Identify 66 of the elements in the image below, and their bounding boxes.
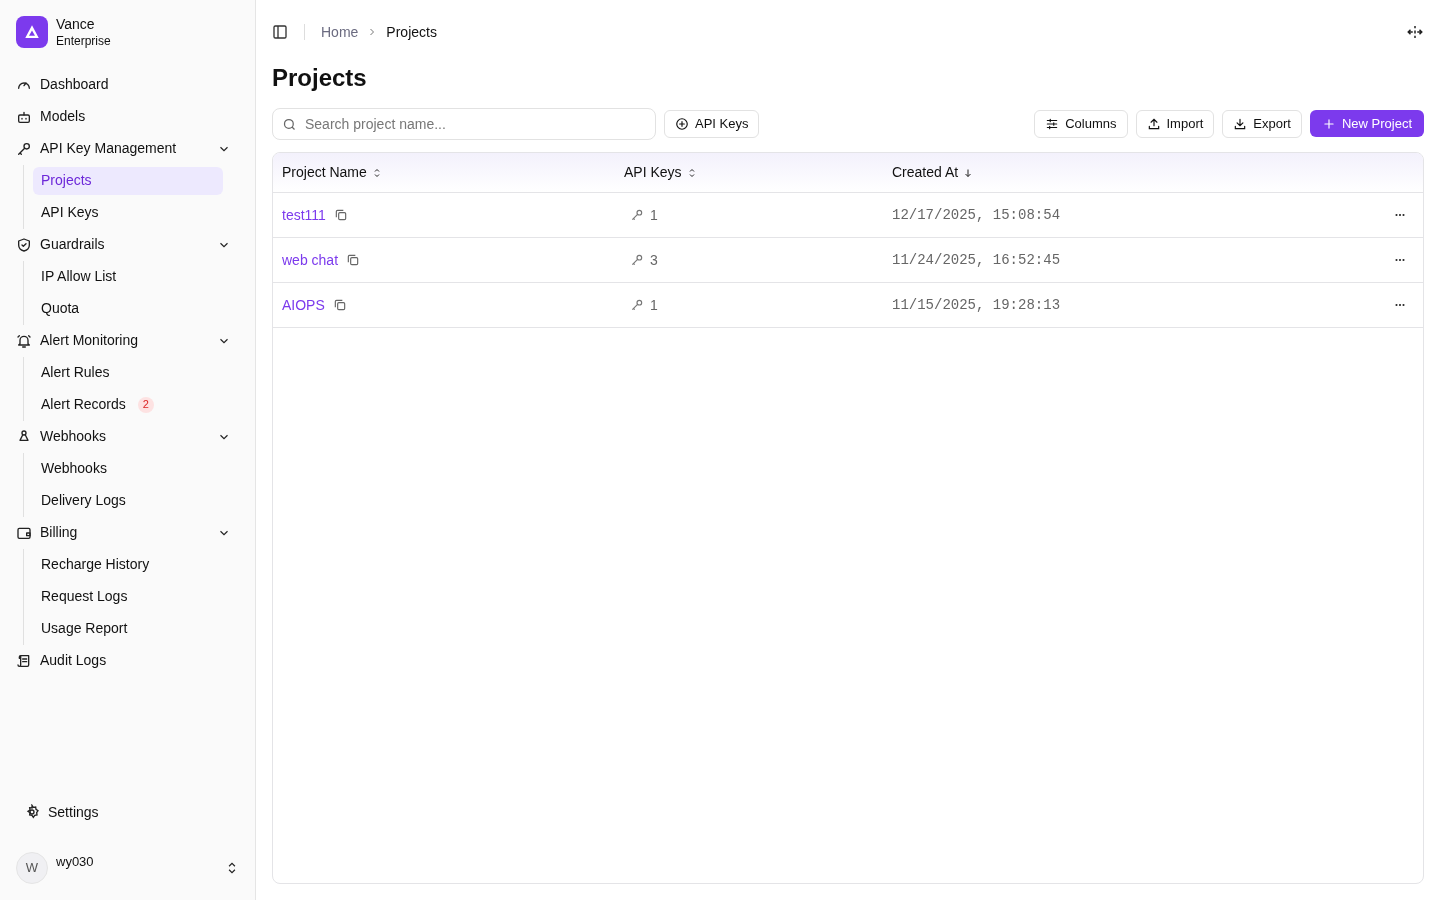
settings-icon: [24, 804, 40, 820]
scroll-icon: [16, 652, 32, 669]
upload-icon: [1146, 117, 1161, 131]
toolbar-button[interactable]: Columns: [1034, 110, 1128, 138]
nav-subitem[interactable]: Request Logs: [33, 582, 136, 611]
copy-icon[interactable]: [332, 298, 347, 312]
breadcrumb-current: Projects: [386, 22, 437, 42]
nav-subitem[interactable]: Recharge History: [33, 550, 158, 579]
nav-item[interactable]: Models: [16, 100, 239, 133]
sidebar-toggle-icon[interactable]: [272, 24, 288, 40]
nav-subitem[interactable]: Webhooks: [33, 454, 115, 483]
nav-item[interactable]: Guardrails: [16, 228, 239, 261]
logo-icon: [16, 16, 48, 49]
toolbar-button[interactable]: New Project: [1309, 110, 1424, 137]
nav-subitem[interactable]: Quota: [33, 294, 88, 323]
project-link[interactable]: test111: [282, 204, 326, 226]
table-cell-text: 1: [650, 205, 658, 225]
nav-item[interactable]: Webhooks: [16, 420, 239, 453]
table-cell-text: 3: [650, 250, 658, 270]
key-icon: [630, 298, 644, 312]
column-header[interactable]: API Keys: [624, 162, 698, 183]
nav-subitem[interactable]: Alert Rules: [33, 358, 118, 387]
nav-item[interactable]: Alert Monitoring: [16, 324, 239, 357]
column-header[interactable]: Created At: [892, 162, 975, 183]
brand-subtitle: Enterprise: [56, 33, 111, 49]
user-name: wy030: [56, 855, 95, 869]
nav-item[interactable]: Dashboard: [16, 68, 239, 101]
nav-item[interactable]: Billing: [16, 516, 239, 549]
table-cell-text: 11/24/2025, 16:52:45: [892, 250, 1062, 270]
move-horizontal-icon[interactable]: [1406, 23, 1424, 41]
shield-check-icon: [16, 236, 32, 253]
nav-item[interactable]: API Key Management: [16, 132, 239, 165]
user-avatar: W: [16, 852, 48, 884]
settings-link[interactable]: Settings: [16, 796, 239, 828]
bell-icon: [16, 332, 32, 349]
count-badge: 2: [137, 396, 154, 413]
table-cell-text: 12/17/2025, 15:08:54: [892, 205, 1062, 225]
plus-circle-icon: [675, 117, 689, 131]
toolbar-button[interactable]: API Keys: [664, 110, 760, 138]
column-header[interactable]: Project Name: [282, 162, 383, 183]
project-link[interactable]: web chat: [282, 249, 339, 271]
nav-item[interactable]: Audit Logs: [16, 644, 239, 677]
nav-subitem[interactable]: API Keys: [33, 198, 107, 227]
page-title: Projects: [272, 63, 368, 93]
copy-icon[interactable]: [333, 208, 348, 222]
copy-icon[interactable]: [346, 253, 361, 267]
key-icon: [16, 140, 32, 157]
download-icon: [1233, 117, 1248, 131]
table-cell-text: 1: [650, 295, 658, 315]
project-link[interactable]: AIOPS: [282, 294, 325, 316]
breadcrumb-link[interactable]: Home: [321, 21, 359, 43]
nav-subitem[interactable]: IP Allow List: [33, 262, 125, 291]
key-icon: [630, 208, 644, 222]
table-cell-text: 11/15/2025, 19:28:13: [892, 295, 1062, 315]
nav-subitem[interactable]: Usage Report: [33, 614, 136, 643]
key-icon: [630, 253, 644, 267]
toolbar-button[interactable]: Import: [1135, 110, 1215, 138]
plus-icon: [1321, 116, 1336, 131]
toolbar-button[interactable]: Export: [1222, 110, 1302, 138]
nav-subitem[interactable]: Alert Records: [33, 390, 134, 419]
brand-name: Vance: [56, 16, 96, 34]
search-icon: [282, 116, 297, 132]
nav-subitem[interactable]: Projects: [33, 166, 223, 195]
nav-subitem[interactable]: Delivery Logs: [33, 486, 134, 515]
sliders-icon: [1045, 117, 1060, 131]
search-field[interactable]: Search project name...: [272, 108, 656, 140]
